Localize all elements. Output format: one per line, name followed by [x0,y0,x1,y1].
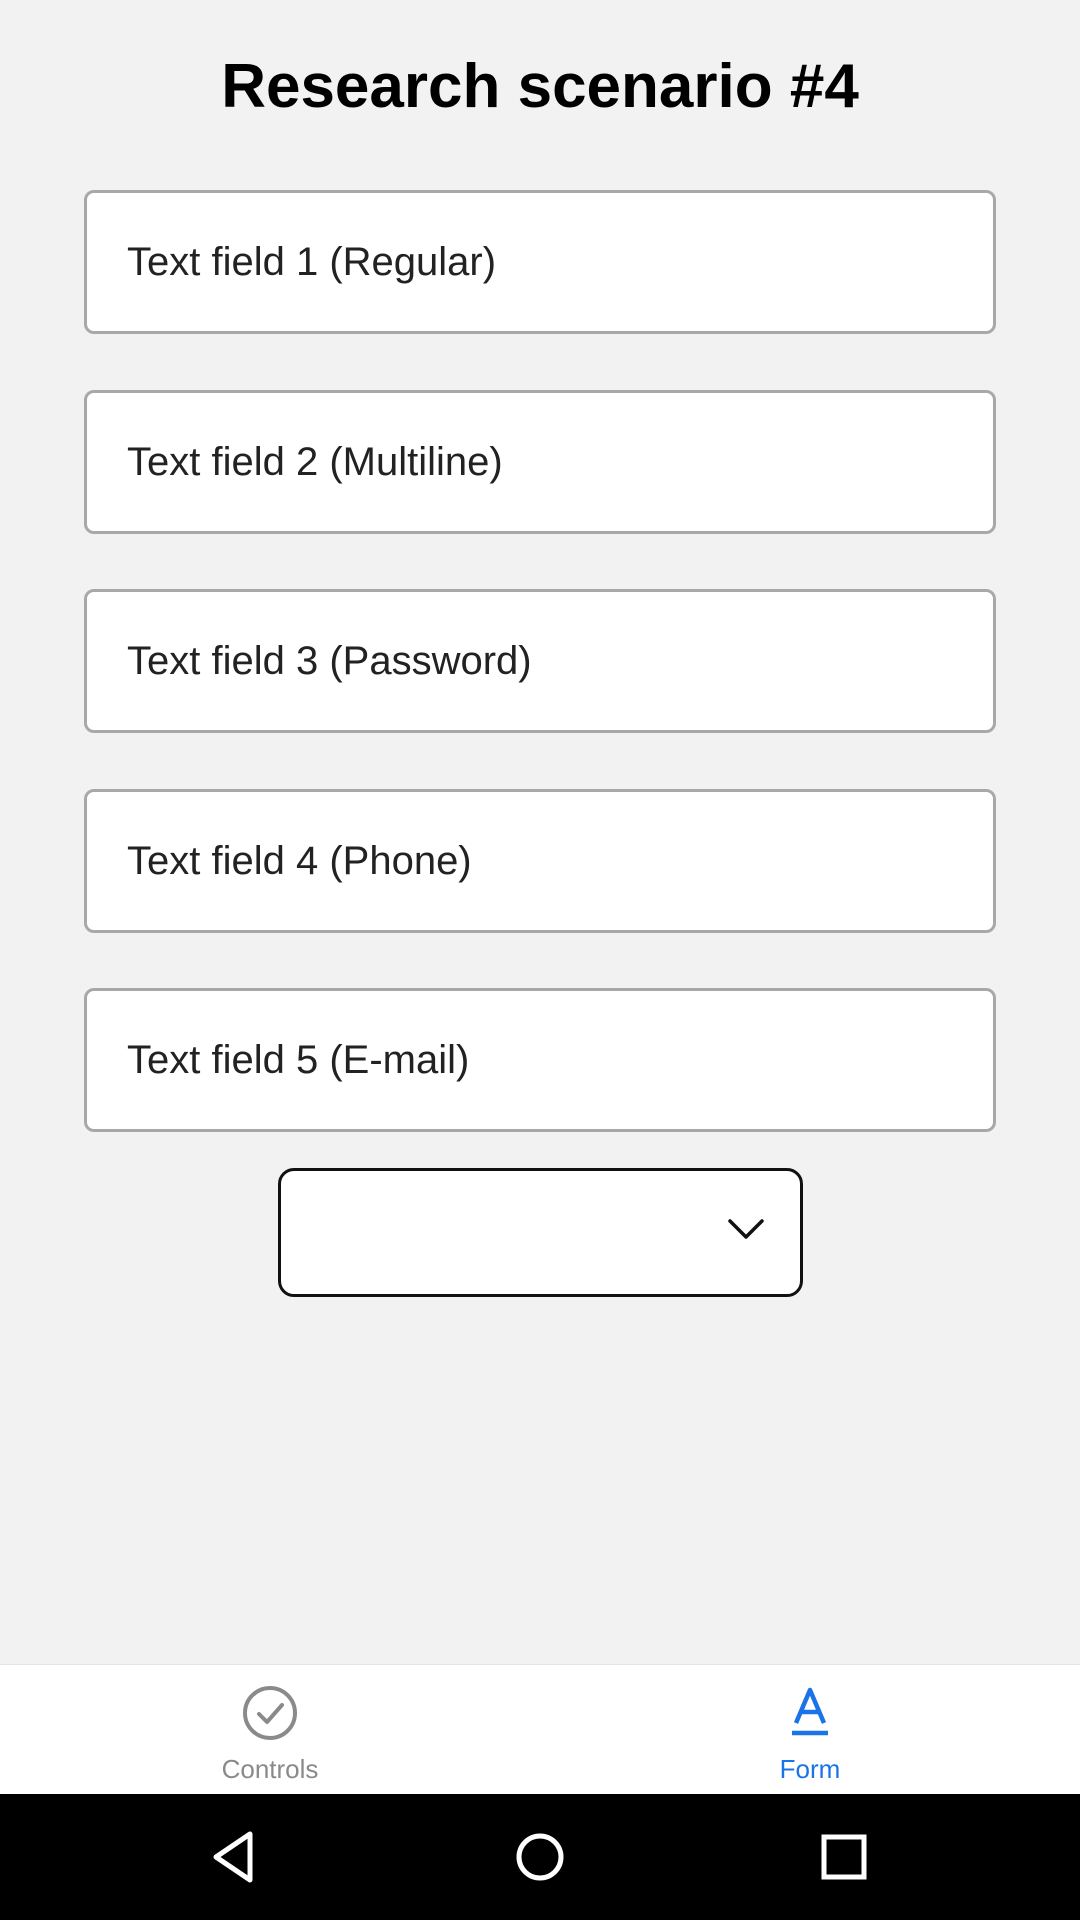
text-field-email[interactable]: Text field 5 (E-mail) [84,988,996,1132]
system-navigation-bar [0,1794,1080,1920]
tab-form[interactable]: Form [660,1665,960,1795]
app-screen: Research scenario #4 Text field 1 (Regul… [0,0,1080,1920]
text-field-regular[interactable]: Text field 1 (Regular) [84,190,996,334]
recents-icon[interactable] [814,1827,874,1887]
tab-controls-label: Controls [221,1754,319,1784]
text-field-multiline-placeholder: Text field 2 (Multiline) [127,439,503,484]
text-field-password-placeholder: Text field 3 (Password) [127,638,532,683]
chevron-down-icon [728,1219,764,1239]
home-icon[interactable] [510,1827,570,1887]
text-field-regular-placeholder: Text field 1 (Regular) [127,239,497,284]
back-icon[interactable] [206,1827,266,1887]
text-field-multiline[interactable]: Text field 2 (Multiline) [84,390,996,534]
text-field-phone[interactable]: Text field 4 (Phone) [84,789,996,933]
check-circle-icon [243,1686,297,1740]
text-field-email-placeholder: Text field 5 (E-mail) [127,1037,470,1082]
text-format-icon [792,1687,828,1736]
tab-controls[interactable]: Controls [120,1665,420,1795]
page-title: Research scenario #4 [221,52,859,121]
text-field-password[interactable]: Text field 3 (Password) [84,589,996,733]
text-field-phone-placeholder: Text field 4 (Phone) [127,838,472,883]
dropdown-select[interactable] [278,1168,803,1297]
tab-form-label: Form [779,1754,841,1784]
bottom-tab-bar: Controls Form [0,1664,1080,1795]
